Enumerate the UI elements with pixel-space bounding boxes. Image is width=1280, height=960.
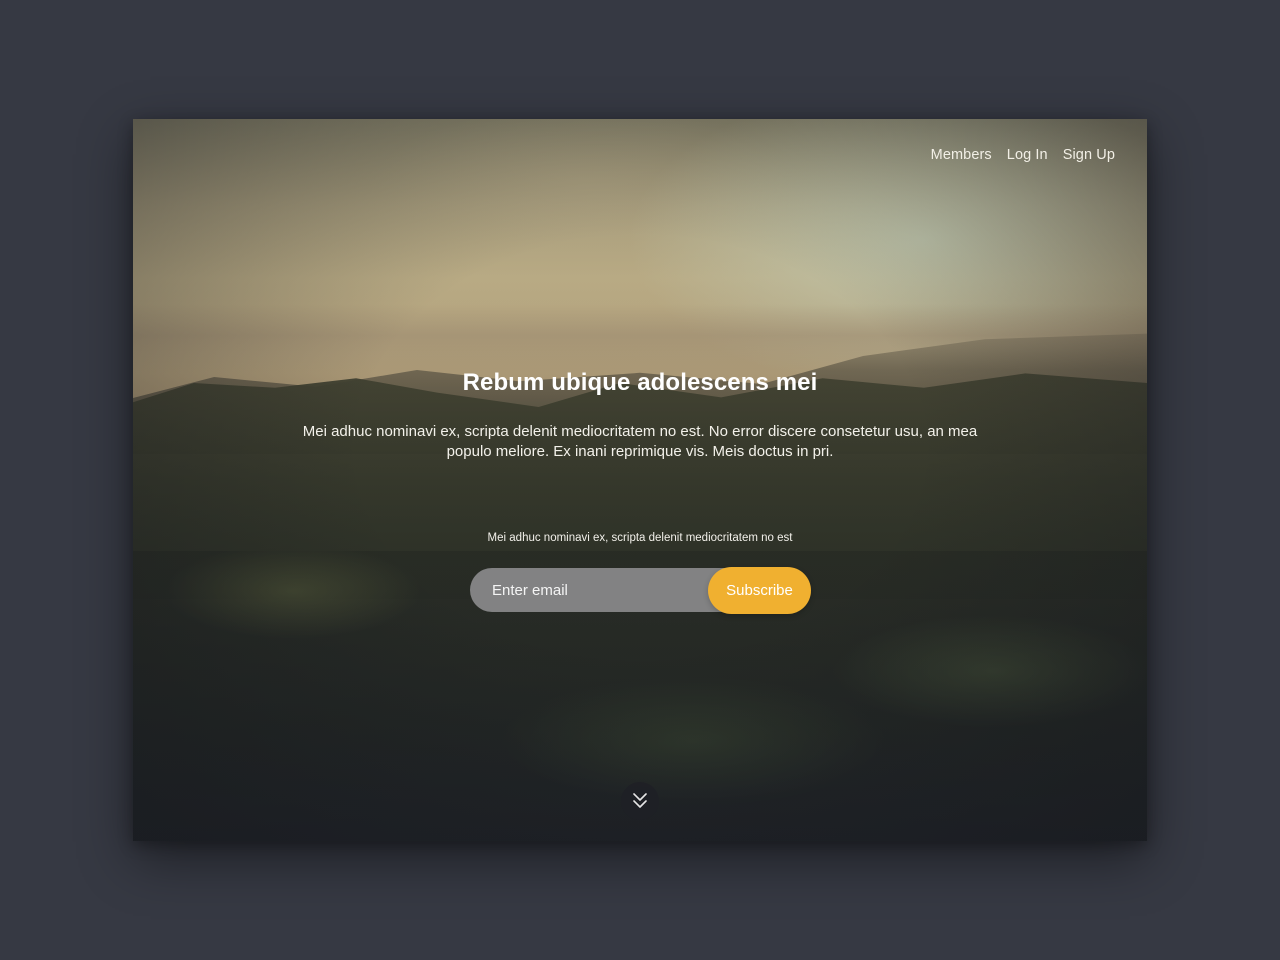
- double-chevron-down-icon: [633, 793, 647, 808]
- subscribe-button[interactable]: Subscribe: [708, 567, 811, 614]
- hero-description: Mei adhuc nominavi ex, scripta delenit m…: [302, 423, 978, 460]
- hero-title: Rebum ubique adolescens mei: [462, 369, 818, 396]
- top-nav: Members Log In Sign Up: [931, 147, 1115, 163]
- nav-link-sign-up[interactable]: Sign Up: [1063, 147, 1115, 163]
- page-background: Members Log In Sign Up Rebum ubique adol…: [0, 0, 1280, 960]
- subscribe-form: Subscribe: [470, 567, 811, 614]
- nav-link-log-in[interactable]: Log In: [1007, 147, 1048, 163]
- hero-card: Members Log In Sign Up Rebum ubique adol…: [133, 119, 1147, 841]
- subscribe-caption: Mei adhuc nominavi ex, scripta delenit m…: [487, 532, 793, 544]
- scroll-down-button[interactable]: [621, 782, 659, 820]
- nav-link-members[interactable]: Members: [931, 147, 992, 163]
